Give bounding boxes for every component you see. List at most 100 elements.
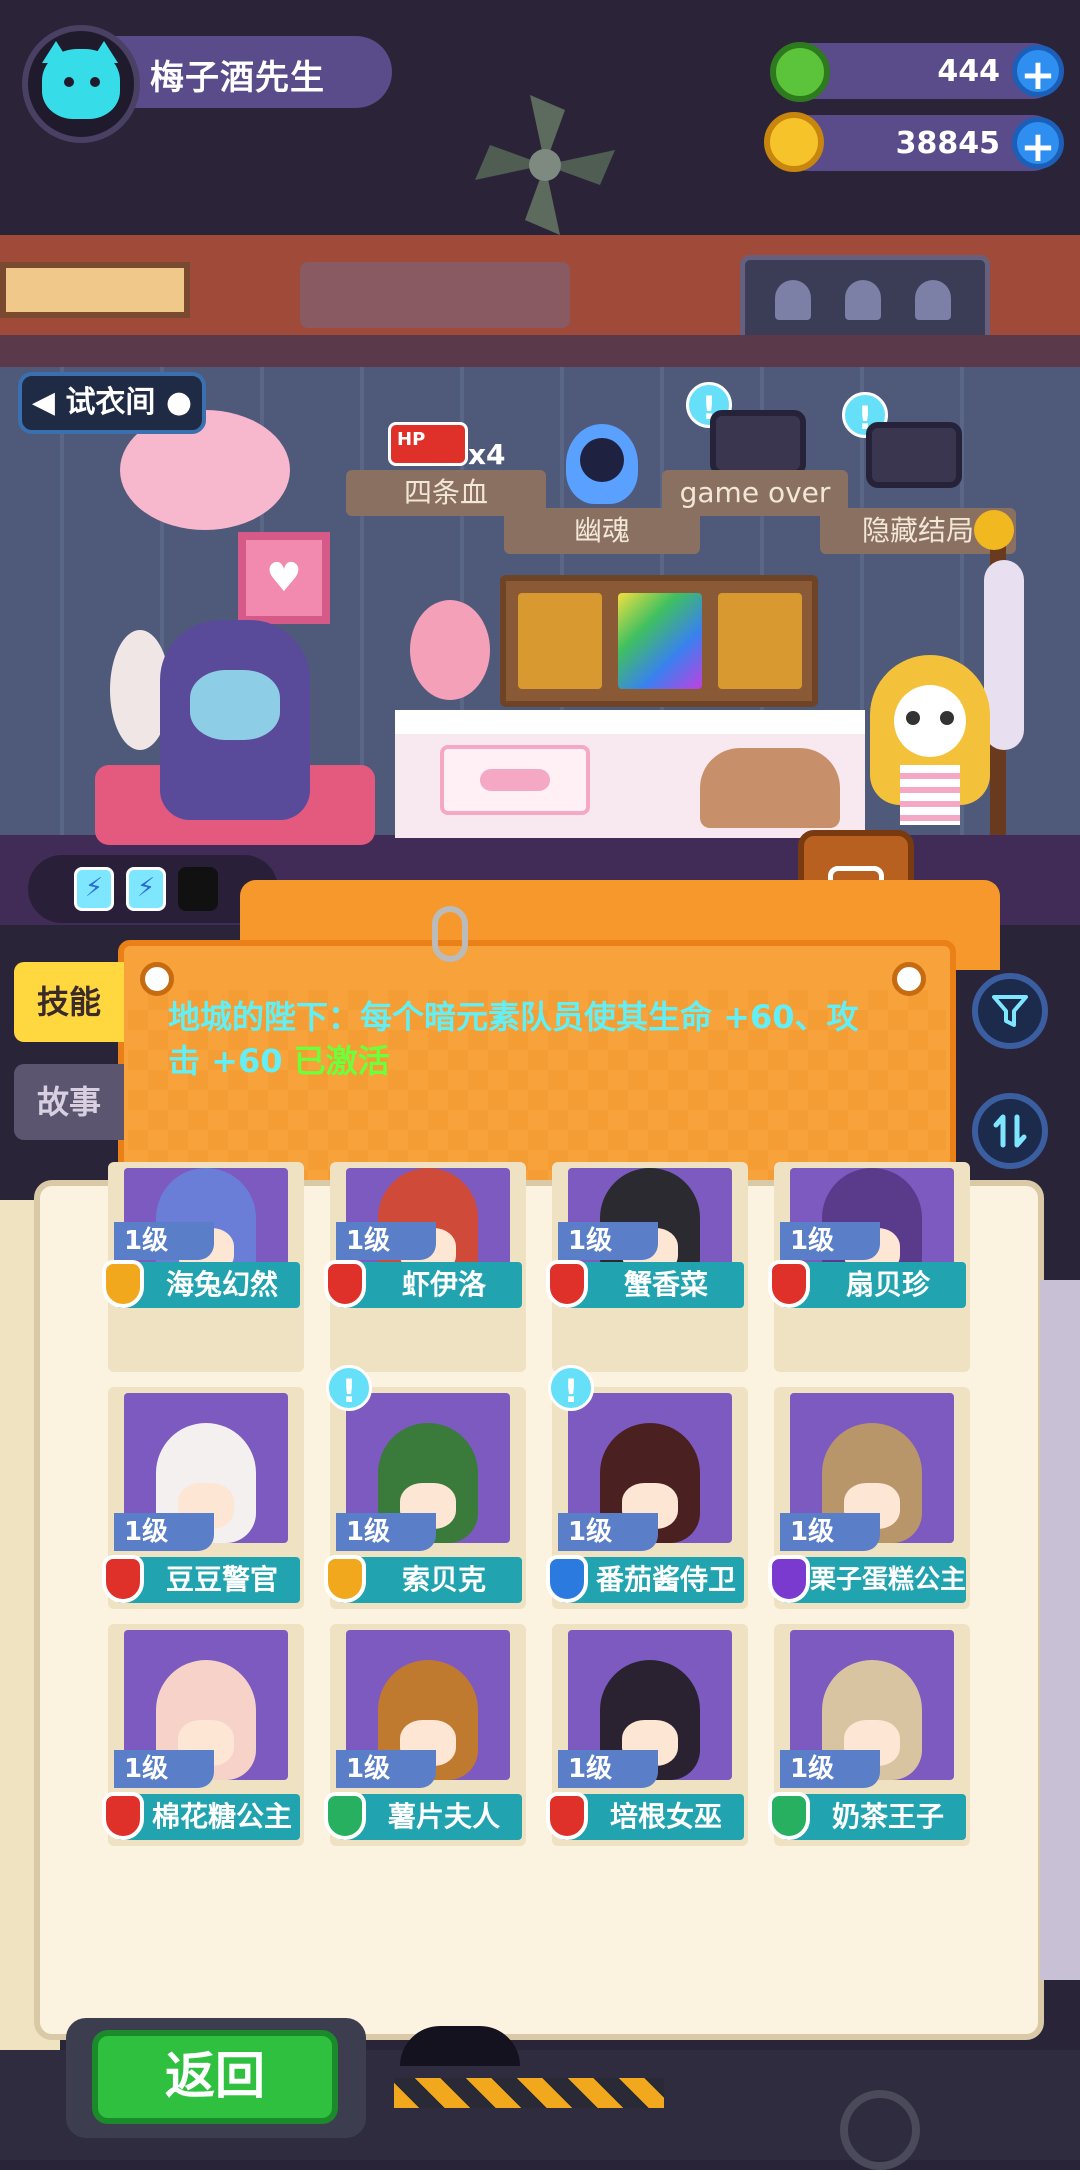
character-card[interactable]: 1级 奶茶王子 [768,1624,970,1846]
coin-value: 38845 [895,126,1000,161]
filter-button[interactable] [972,973,1048,1049]
character-card[interactable]: 1级 索贝克! [324,1365,526,1609]
element-shield-icon [102,1555,144,1603]
element-shield-icon [324,1260,366,1308]
skill-status: 已激活 [293,1042,390,1080]
exclaim-bubble-icon[interactable]: ! [548,1365,594,1411]
dot-icon: ● [165,385,193,420]
main-character[interactable] [160,620,310,820]
player-name: 梅子酒先生 [150,58,325,98]
skeleton-character[interactable] [860,655,1000,835]
hp-potion-icon: HP [388,422,468,466]
character-name: 番茄酱侍卫 [595,1563,736,1596]
fitting-room-button[interactable]: ◀ 试衣间 ● [18,372,206,434]
coat-rack-top [974,510,1014,550]
energy-bolt-icon: ⚡ [126,867,166,911]
ghost-icon [775,280,811,320]
character-card[interactable]: 1级虾伊洛 [324,1162,526,1372]
character-card[interactable]: 1级棉花糖公主 [102,1624,304,1846]
character-name: 棉花糖公主 [151,1800,292,1833]
character-name: 栗子蛋糕公主 [809,1565,966,1595]
desk-drawer [440,745,590,815]
character-level: 1级 [780,1513,880,1551]
flower-vase [410,600,490,700]
exclaim-bubble-icon[interactable]: ! [326,1365,372,1411]
plus-icon: + [1020,50,1056,99]
shelf-box [300,262,570,328]
book-edge [1040,1280,1080,1980]
element-shield-icon [102,1260,144,1308]
tab-story[interactable]: 故事 [14,1064,124,1140]
paper-clip-icon [432,906,468,962]
element-shield-icon [768,1792,810,1840]
skin-slot[interactable] [718,593,802,689]
peeking-creature [400,2026,520,2066]
character-name: 豆豆警官 [165,1563,278,1596]
character-card[interactable]: 1级豆豆警官 [102,1387,304,1609]
character-card[interactable]: 1级栗子蛋糕公主 [768,1387,970,1609]
character-level: 1级 [114,1222,214,1260]
character-card[interactable]: 1级番茄酱侍卫! [546,1365,748,1609]
shelf-vent [0,262,190,318]
character-name: 蟹香菜 [623,1268,708,1301]
element-shield-icon [102,1792,144,1840]
character-level: 1级 [336,1222,436,1260]
filter-icon [992,995,1028,1027]
tv-tombstone-icon [710,410,806,476]
desk-top [395,710,865,734]
character-level: 1级 [558,1222,658,1260]
element-shield-icon [546,1792,588,1840]
character-card[interactable]: 1级海兔幻然 [102,1162,304,1372]
character-card[interactable]: 1级薯片夫人 [324,1624,526,1846]
skin-frame [500,575,818,707]
player-avatar[interactable] [22,25,140,143]
character-name: 虾伊洛 [401,1268,486,1301]
back-button[interactable]: 返回 [92,2030,338,2124]
sort-icon [993,1114,1027,1148]
energy-bolt-icon: ⚡ [74,867,114,911]
character-level: 1级 [336,1750,436,1788]
arrow-left-icon: ◀ [31,385,55,420]
skill-description: 地城的陛下：每个暗元素队员使其生命 +60、攻击 +60 已激活 [168,998,859,1080]
character-card[interactable]: 1级蟹香菜 [546,1162,748,1372]
hazard-stripe [394,2078,664,2108]
tab-skill[interactable]: 技能 [14,962,124,1042]
element-shield-icon [768,1260,810,1308]
character-card[interactable]: 1级扇贝珍 [768,1162,970,1372]
hp-multiplier: x4 [468,438,506,471]
add-coin-button[interactable]: + [1012,117,1064,171]
character-level: 1级 [558,1750,658,1788]
gear-decoration [840,2090,920,2170]
character-name: 海兔幻然 [165,1268,278,1301]
element-shield-icon [546,1260,588,1308]
character-level: 1级 [114,1750,214,1788]
character-level: 1级 [114,1513,214,1551]
ghost-icon [845,280,881,320]
tag-game-over: game over [662,470,848,516]
skin-slot[interactable] [618,593,702,689]
page-footer-text [220,1880,980,1906]
skin-slot[interactable] [518,593,602,689]
character-name: 培根女巫 [609,1800,722,1833]
character-name: 扇贝珍 [845,1268,930,1301]
gem-value: 444 [937,54,1000,89]
character-card[interactable]: 1级培根女巫 [546,1624,748,1846]
element-shield-icon [546,1555,588,1603]
shelf-edge [0,335,1080,367]
character-name: 奶茶王子 [831,1800,944,1833]
plush-toys [700,748,840,828]
ghost-skull-icon [566,424,638,504]
element-shield-icon [324,1792,366,1840]
tv-ending-icon [866,422,962,488]
pin-icon [892,962,926,996]
element-shield-icon [324,1555,366,1603]
character-level: 1级 [780,1222,880,1260]
element-shield-icon [768,1555,810,1603]
sort-button[interactable] [972,1093,1048,1169]
plus-icon: + [1020,122,1056,171]
character-name: 薯片夫人 [387,1800,500,1833]
add-gem-button[interactable]: + [1012,45,1064,99]
energy-empty-icon [178,867,218,911]
ghost-icon [915,280,951,320]
character-level: 1级 [558,1513,658,1551]
